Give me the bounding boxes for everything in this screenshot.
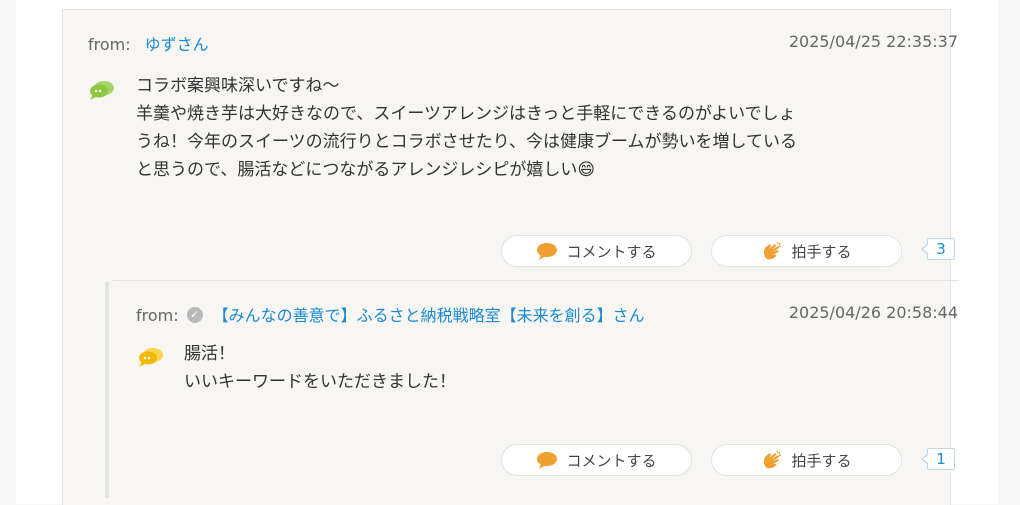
- reply-comment-button-label: コメントする: [566, 451, 657, 470]
- comment-from: from: ゆずさん: [88, 31, 209, 55]
- comment-text: コラボ案興味深いですね〜 羊羹や焼き芋は大好きなので、スイーツアレンジはきっと手…: [136, 76, 797, 180]
- reply-text: 腸活！ いいキーワードをいただきました！: [184, 344, 456, 392]
- reply-indent-bar: [105, 282, 109, 498]
- clap-count-badge[interactable]: 3: [921, 238, 955, 260]
- clap-hand-icon: [764, 450, 782, 469]
- reply-divider: [113, 280, 959, 281]
- reply-date: 2025/04/26 20:58:44: [788, 303, 958, 322]
- reply-comment-button[interactable]: コメントする: [501, 444, 692, 476]
- reply-clap-count-badge[interactable]: 1: [921, 448, 955, 470]
- clap-button-label: 拍手する: [791, 242, 852, 261]
- verified-check-icon: ✓: [186, 307, 203, 323]
- speech-bubble-icon: [90, 81, 114, 100]
- clap-button[interactable]: 拍手する: [711, 235, 902, 267]
- reply-from-label: from:: [136, 306, 179, 325]
- comment-button-label: コメントする: [566, 242, 657, 261]
- comment-button[interactable]: コメントする: [501, 235, 692, 267]
- comment-user-link[interactable]: ゆずさん: [145, 35, 209, 54]
- reply-clap-button-label: 拍手する: [791, 451, 852, 470]
- reply-from: from: ✓ 【みんなの善意で】ふるさと納税戦略室【未来を創る】さん: [136, 302, 645, 326]
- clap-hand-icon: [764, 241, 782, 260]
- comment-bubble-icon: [537, 243, 558, 260]
- reply-clap-button[interactable]: 拍手する: [711, 444, 902, 476]
- comment-date: 2025/04/25 22:35:37: [788, 32, 958, 51]
- from-label: from:: [88, 35, 131, 54]
- speech-bubble-icon: [139, 348, 163, 367]
- reply-user-link[interactable]: 【みんなの善意で】ふるさと納税戦略室【未来を創る】さん: [213, 306, 645, 325]
- comment-card: from: ゆずさん 2025/04/25 22:35:37 コラボ案興味深いです…: [62, 9, 959, 505]
- page-frame: from: ゆずさん 2025/04/25 22:35:37 コラボ案興味深いです…: [16, 0, 998, 505]
- comment-bubble-icon: [537, 452, 558, 469]
